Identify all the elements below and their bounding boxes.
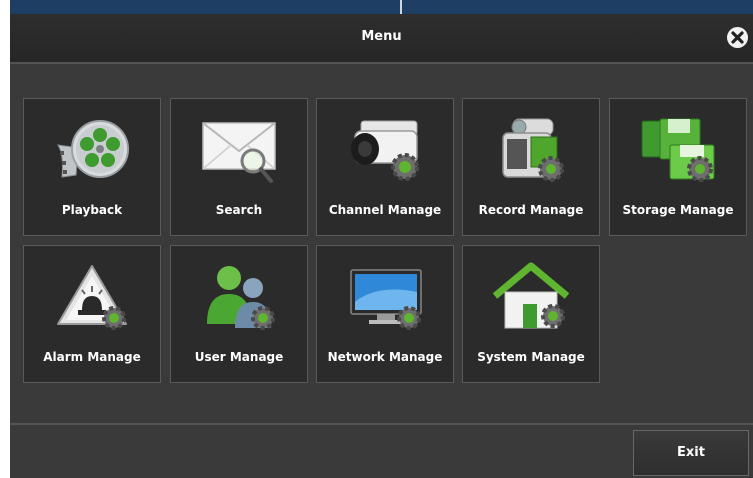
- menu-tile-playback[interactable]: Playback: [23, 98, 161, 236]
- menu-tile-label: Record Manage: [478, 203, 584, 217]
- dialog-title: Menu: [361, 29, 402, 44]
- menu-tile-label: Alarm Manage: [43, 350, 141, 364]
- menu-tile-alarm-manage[interactable]: Alarm Manage: [23, 245, 161, 383]
- camcorder-gear-icon: [502, 118, 564, 182]
- envelope-magnifier-icon: [202, 122, 276, 183]
- menu-tile-channel-manage[interactable]: Channel Manage: [316, 98, 454, 236]
- background-window-strip: [10, 0, 753, 14]
- menu-tile-search[interactable]: Search: [170, 98, 308, 236]
- menu-tile-label: System Manage: [477, 350, 585, 364]
- monitor-gear-icon: [350, 269, 422, 330]
- menu-tile-label: Playback: [61, 203, 123, 217]
- users-gear-icon: [207, 266, 275, 330]
- menu-tile-system-manage[interactable]: System Manage: [462, 245, 600, 383]
- alarm-gear-icon: [57, 265, 127, 330]
- menu-tile-network-manage[interactable]: Network Manage: [316, 245, 454, 383]
- film-reel-icon: [57, 120, 129, 178]
- menu-tile-storage-manage[interactable]: Storage Manage: [609, 98, 747, 236]
- house-gear-icon: [493, 262, 570, 329]
- menu-tile-label: Channel Manage: [328, 203, 442, 217]
- menu-tile-label: User Manage: [194, 350, 284, 364]
- divider: [400, 0, 402, 14]
- close-button[interactable]: [727, 27, 748, 48]
- menu-dialog: Menu Playback Search Channel Manage Reco…: [10, 14, 753, 478]
- title-bar: Menu: [10, 14, 753, 64]
- menu-tile-label: Storage Manage: [622, 203, 734, 217]
- menu-tile-label: Search: [215, 203, 263, 217]
- footer-divider: [10, 423, 753, 425]
- close-icon: [731, 31, 744, 44]
- floppy-gear-icon: [641, 118, 715, 182]
- menu-tile-label: Network Manage: [327, 350, 443, 364]
- exit-button[interactable]: Exit: [633, 430, 749, 476]
- menu-tile-record-manage[interactable]: Record Manage: [462, 98, 600, 236]
- menu-tile-user-manage[interactable]: User Manage: [170, 245, 308, 383]
- camera-gear-icon: [351, 120, 419, 181]
